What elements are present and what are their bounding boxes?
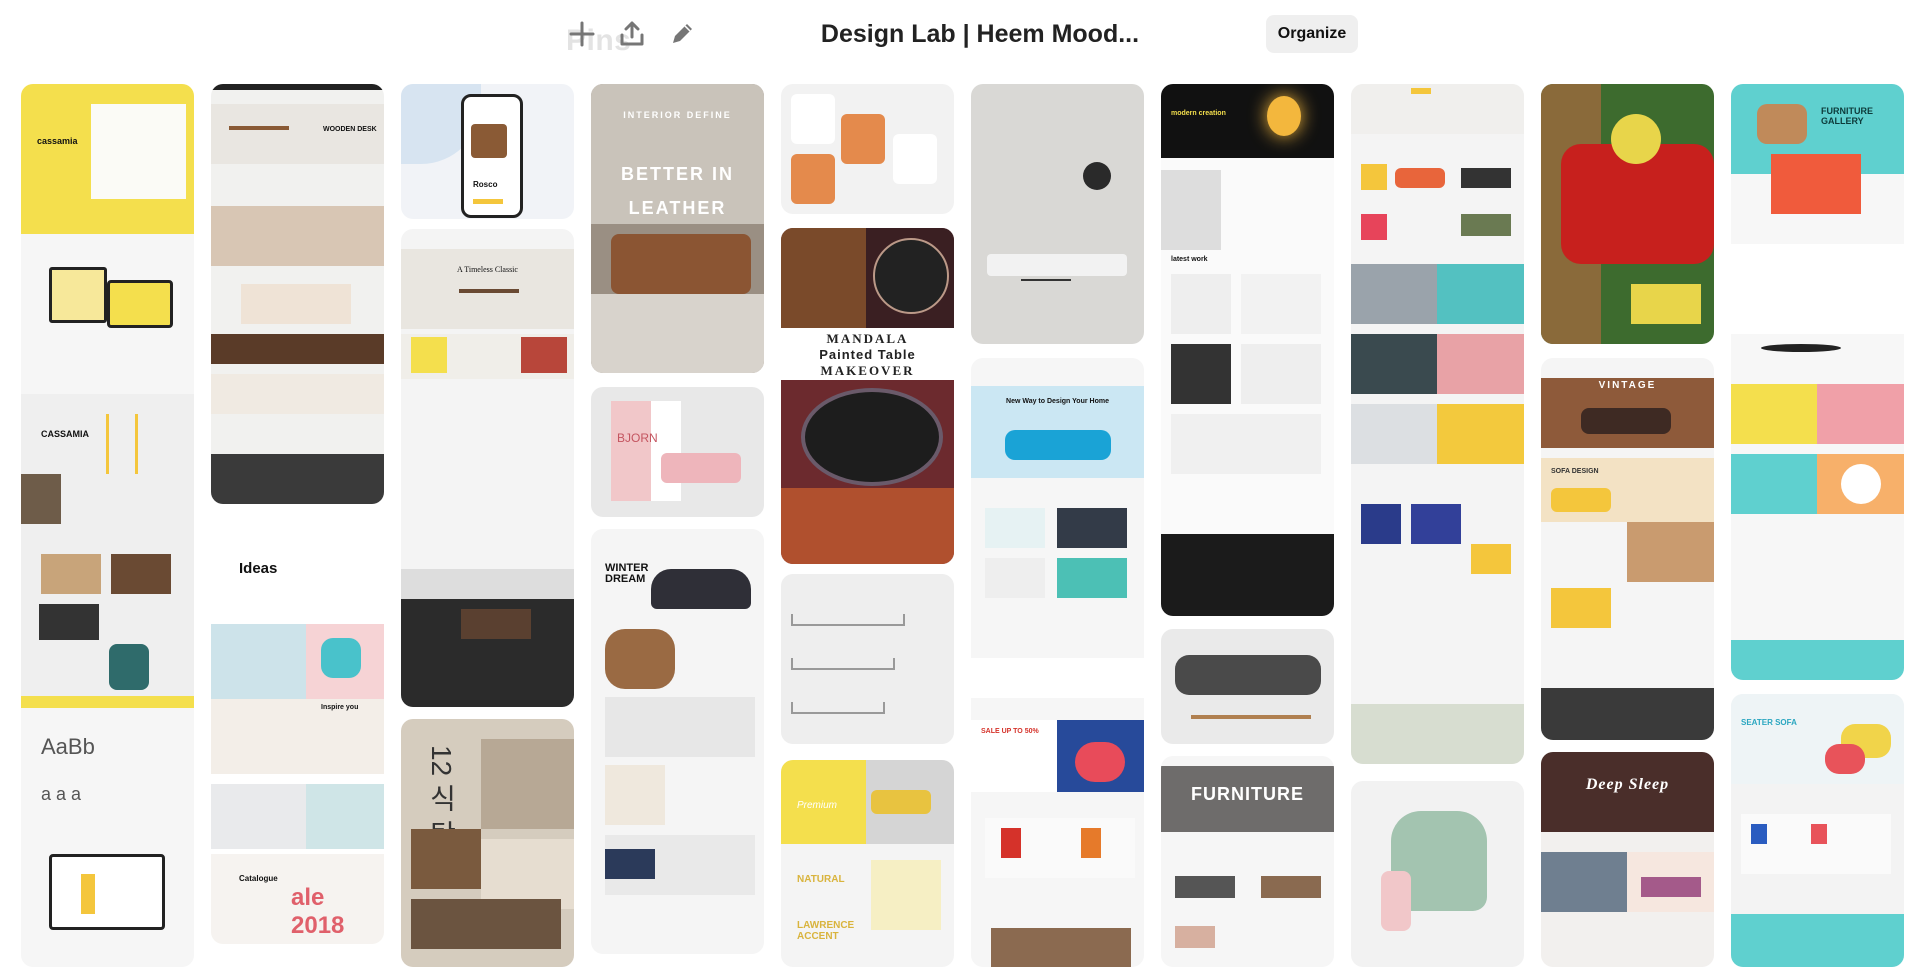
pin-timeless-classic[interactable]: A Timeless Classic xyxy=(401,229,574,707)
pin-wooden-desk[interactable]: WOODEN DESK xyxy=(211,84,384,504)
pin-red-sofa[interactable] xyxy=(1541,84,1714,344)
pin-text: WINTER DREAM xyxy=(605,562,649,585)
pin-text: BJORN xyxy=(617,431,658,445)
pin-bjorn[interactable]: BJORN xyxy=(591,387,764,517)
pin-text: Deep Sleep xyxy=(1585,776,1670,793)
bulb-image xyxy=(1267,96,1301,136)
pin-rosco[interactable]: Rosco xyxy=(401,84,574,219)
pin-grid: cassamia CASSAMIA AaBb a a a WOODEN DESK xyxy=(0,0,1920,967)
pin-text: Painted Table xyxy=(819,347,916,362)
pin-natural-premium[interactable]: Premium NATURAL LAWRENCE ACCENT xyxy=(781,760,954,967)
pin-cassamia[interactable]: cassamia CASSAMIA AaBb a a a xyxy=(21,84,194,967)
pin-text: LEATHER xyxy=(628,198,727,218)
pin-mandala-table[interactable]: MANDALA Painted Table MAKEOVER xyxy=(781,228,954,564)
pin-better-in-leather[interactable]: INTERIOR DEFINE BETTER IN LEATHER xyxy=(591,84,764,373)
pin-text: SOFA DESIGN xyxy=(1551,468,1599,475)
leather-sofa xyxy=(611,234,751,294)
laptop-mockup xyxy=(49,267,107,323)
pin-text: a a a xyxy=(41,784,82,804)
pin-text: BETTER IN xyxy=(620,164,734,184)
pin-handle-drawing[interactable] xyxy=(781,574,954,744)
pin-chair-app[interactable] xyxy=(781,84,954,214)
pin-text: CASSAMIA xyxy=(41,429,90,439)
pin-text: AaBb xyxy=(41,734,95,759)
pin-furniture[interactable]: FURNITURE xyxy=(1161,756,1334,967)
pin-text: cassamia xyxy=(37,136,78,146)
pin-text: New Way to Design Your Home xyxy=(1006,398,1109,405)
pin-ideas-catalogue[interactable]: Ideas Inspire you Catalogue ale 2018 xyxy=(211,524,384,944)
pin-design-your-home[interactable]: New Way to Design Your Home SALE UP TO 5… xyxy=(971,358,1144,967)
pin-green-armchair[interactable] xyxy=(1351,781,1524,967)
pin-korean-dining[interactable]: 12 식 탁 xyxy=(401,719,574,967)
pin-winter-dream[interactable]: WINTER DREAM xyxy=(591,529,764,954)
pin-text: SALE UP TO 50% xyxy=(981,728,1039,735)
clock-image xyxy=(1841,464,1881,504)
pin-text: latest work xyxy=(1171,256,1208,263)
pin-furniture-gallery[interactable]: FURNITURE GALLERY xyxy=(1731,84,1904,680)
pin-text: ale 2018 xyxy=(291,884,345,939)
pin-text: FURNITURE GALLERY xyxy=(1821,106,1873,126)
pin-wall-sofa[interactable] xyxy=(971,84,1144,344)
pin-text: INTERIOR DEFINE xyxy=(623,110,732,120)
pin-text: FURNITURE xyxy=(1191,784,1304,804)
pin-text: MAKEOVER xyxy=(820,363,915,378)
pin-text: SEATER SOFA xyxy=(1741,718,1797,727)
pin-text: A Timeless Classic xyxy=(457,265,518,274)
pin-text: LAWRENCE ACCENT xyxy=(797,920,855,942)
pin-modern-creation[interactable]: modern creation latest work xyxy=(1161,84,1334,616)
pin-text: Ideas xyxy=(239,560,278,577)
pin-vintage-sofa[interactable]: VINTAGE SOFA DESIGN xyxy=(1541,358,1714,740)
pin-text: Rosco xyxy=(473,180,498,189)
pin-seater-sofa[interactable]: SEATER SOFA xyxy=(1731,694,1904,967)
pin-text: Premium xyxy=(797,800,838,811)
map-image xyxy=(1351,704,1524,764)
pin-furniture-store[interactable] xyxy=(1351,84,1524,764)
pin-text: modern creation xyxy=(1171,110,1226,117)
pin-deep-sleep[interactable]: Deep Sleep xyxy=(1541,752,1714,967)
pin-text: VINTAGE xyxy=(1598,380,1657,391)
pin-text: NATURAL xyxy=(797,874,845,885)
pin-text: Catalogue xyxy=(239,874,278,883)
pin-text: Inspire you xyxy=(321,704,359,711)
pin-wood-sofa[interactable] xyxy=(1161,629,1334,744)
pin-text: MANDALA xyxy=(826,331,909,346)
pin-text: WOODEN DESK xyxy=(323,126,377,133)
